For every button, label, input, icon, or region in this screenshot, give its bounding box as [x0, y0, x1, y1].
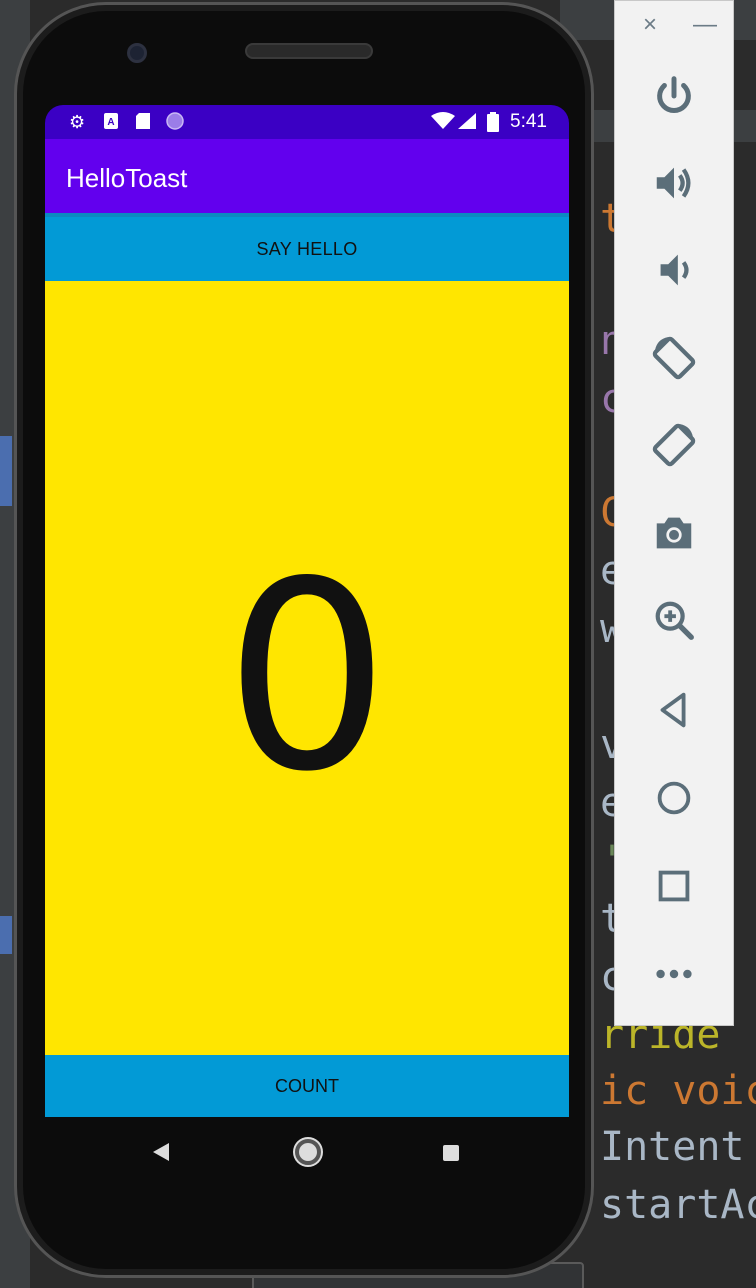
count-display: 0 [45, 281, 569, 1055]
count-value: 0 [224, 527, 390, 829]
phone-frame: ⚙ A 5:41 HelloToast SAY HELLO 0 COUNT [14, 2, 594, 1278]
volume-down-icon[interactable] [645, 241, 703, 299]
app-title: HelloToast [66, 163, 188, 193]
navigation-bar [45, 1117, 569, 1189]
volume-up-icon[interactable] [645, 154, 703, 212]
battery-icon [487, 112, 499, 136]
ide-selection-highlight [0, 916, 12, 954]
circle-icon [166, 112, 184, 134]
count-label: COUNT [275, 1075, 339, 1096]
say-hello-label: SAY HELLO [256, 238, 358, 259]
camera-icon[interactable] [645, 504, 703, 562]
a-icon: A [103, 112, 119, 134]
svg-text:A: A [107, 117, 114, 128]
device-screen: ⚙ A 5:41 HelloToast SAY HELLO 0 COUNT [45, 105, 569, 1117]
sd-card-icon [135, 112, 151, 134]
power-icon[interactable] [645, 67, 703, 125]
signal-icon [457, 112, 477, 134]
code-fragment: ic voic [600, 1068, 756, 1114]
recents-icon[interactable] [443, 1145, 459, 1161]
rotate-right-icon[interactable] [645, 416, 703, 474]
zoom-icon[interactable] [645, 591, 703, 649]
code-fragment: startAc [600, 1182, 756, 1228]
back-icon[interactable] [645, 681, 703, 739]
minimize-icon[interactable]: — [693, 13, 717, 37]
front-camera [127, 43, 147, 63]
ide-selection-highlight [0, 436, 12, 506]
more-icon[interactable] [645, 945, 703, 1003]
home-icon[interactable] [645, 769, 703, 827]
home-icon[interactable] [295, 1139, 321, 1165]
gear-icon: ⚙ [69, 112, 86, 132]
rotate-left-icon[interactable] [645, 329, 703, 387]
app-bar: HelloToast [45, 139, 569, 213]
status-time: 5:41 [510, 111, 547, 132]
overview-icon[interactable] [645, 857, 703, 915]
toolbar-header: × — [615, 1, 735, 53]
wifi-icon [431, 112, 455, 134]
count-button[interactable]: COUNT [45, 1055, 569, 1117]
code-fragment: Intent [600, 1124, 745, 1170]
close-icon[interactable]: × [643, 13, 657, 37]
emulator-toolbar: × — [614, 0, 734, 1026]
earpiece-speaker [245, 43, 373, 59]
back-icon[interactable] [153, 1143, 169, 1161]
say-hello-button[interactable]: SAY HELLO [45, 213, 569, 281]
status-bar: ⚙ A 5:41 [45, 105, 569, 139]
